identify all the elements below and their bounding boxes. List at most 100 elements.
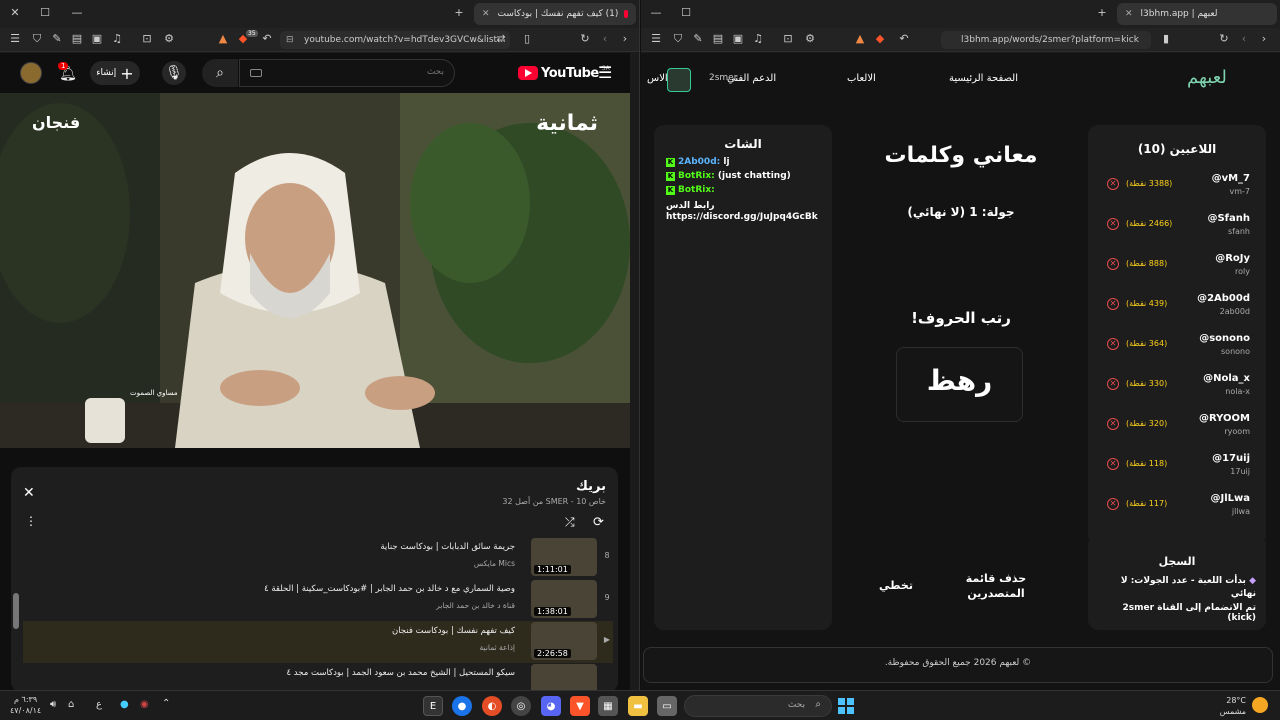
nav-item-partial[interactable]: الاس	[647, 73, 668, 84]
scrollbar-thumb[interactable]	[13, 593, 19, 629]
video-player[interactable]: ثمانية فنجان مساوي الصموت	[0, 93, 630, 448]
language-indicator[interactable]: ع	[96, 699, 102, 710]
playlist-item-channel[interactable]: Mics مايكس	[474, 559, 515, 568]
weather-widget[interactable]: 28°C مشمس	[1212, 695, 1246, 717]
remove-player-icon[interactable]: ✕	[1107, 298, 1119, 310]
close-playlist-icon[interactable]: ✕	[23, 485, 35, 501]
network-icon[interactable]: ⌂	[68, 699, 74, 710]
store-app-icon[interactable]: ▦	[598, 696, 618, 716]
playlist-scrollbar[interactable]	[13, 541, 19, 690]
file-explorer-icon[interactable]: ▬	[628, 696, 648, 716]
mic-icon[interactable]: 🎙︎	[162, 61, 186, 85]
brave-shield-icon[interactable]: ◆	[873, 32, 887, 46]
extensions-icon[interactable]: ⚙	[803, 32, 817, 46]
menu-icon[interactable]: ☰	[649, 32, 663, 46]
nav-home[interactable]: الصفحة الرئيسية	[949, 73, 1018, 84]
youtube-logo[interactable]: YouTube SA	[518, 65, 610, 81]
back-arrow-icon[interactable]: ↶	[260, 32, 274, 46]
maximize-icon[interactable]: ☐	[679, 6, 693, 20]
remove-player-icon[interactable]: ✕	[1107, 178, 1119, 190]
video-thumbnail[interactable]: 1:38:01	[531, 580, 597, 618]
site-logo[interactable]: لعبهم	[1187, 67, 1227, 88]
remove-player-icon[interactable]: ✕	[1107, 258, 1119, 270]
epic-games-app-icon[interactable]: E	[423, 696, 443, 716]
menu-icon[interactable]: ☰	[8, 32, 22, 46]
music-icon[interactable]: ♫	[110, 32, 124, 46]
brave-rewards-icon[interactable]: ▲	[853, 32, 867, 46]
remove-player-icon[interactable]: ✕	[1107, 338, 1119, 350]
wallet-icon[interactable]: ▣	[731, 32, 745, 46]
chat-user[interactable]: BotRix:	[678, 185, 715, 195]
playlist-item[interactable]: 8 1:11:01 جريمة سائق الدبابات | بودكاست جن…	[23, 537, 613, 579]
new-tab-icon[interactable]: +	[1095, 6, 1109, 20]
user-avatar[interactable]	[667, 68, 691, 92]
shield-icon[interactable]: ⛉	[30, 32, 44, 46]
brave-rewards-icon[interactable]: ▲	[216, 32, 230, 46]
minimize-icon[interactable]: —	[649, 6, 663, 20]
shuffle-icon[interactable]: ⤮	[565, 515, 575, 530]
reload-icon[interactable]: ↻	[578, 32, 592, 46]
close-window-icon[interactable]: ✕	[8, 6, 22, 20]
playlist-item-title[interactable]: جريمة سائق الدبابات | بودكاست جناية	[380, 542, 515, 552]
video-thumbnail[interactable]: 1:11:01	[531, 538, 597, 576]
tab-youtube[interactable]: ✕ (1) كيف تفهم نفسك | بودكاست	[474, 3, 636, 25]
new-tab-icon[interactable]: +	[452, 6, 466, 20]
playlist-item-channel[interactable]: إذاعة ثمانية	[480, 643, 515, 652]
playlist-item[interactable]: سيكو المستحيل | الشيخ محمد بن سعود الجمد…	[23, 663, 613, 690]
sidebar-icon[interactable]: ▤	[711, 32, 725, 46]
minimize-icon[interactable]: —	[70, 6, 84, 20]
playlist-item[interactable]: 9 1:38:01 وصية السماري مع د خالد بن حمد ال…	[23, 579, 613, 621]
app-icon[interactable]: ◐	[482, 696, 502, 716]
tab-close-icon[interactable]: ✕	[1125, 9, 1133, 19]
taskbar-search[interactable]: ⌕ بحث	[684, 695, 832, 717]
puzzle-icon[interactable]: ✎	[50, 32, 64, 46]
avatar[interactable]	[20, 62, 42, 84]
remove-player-icon[interactable]: ✕	[1107, 218, 1119, 230]
screenshot-icon[interactable]: ⊡	[140, 32, 154, 46]
windows-start-icon[interactable]	[836, 696, 856, 716]
forward-icon[interactable]: ›	[618, 32, 632, 46]
extensions-icon[interactable]: ⚙	[162, 32, 176, 46]
discord-app-icon[interactable]: ◕	[541, 696, 561, 716]
address-bar[interactable]: ⊟ youtube.com/watch?v=hdTdev3GVCw&list..…	[280, 31, 510, 49]
customize-icon[interactable]: ⇄	[494, 32, 508, 46]
chrome-app-icon[interactable]: ●	[452, 696, 472, 716]
sidebar-icon[interactable]: ▤	[70, 32, 84, 46]
forward-icon[interactable]: ›	[1257, 32, 1271, 46]
search-icon[interactable]: ⌕	[202, 59, 238, 87]
playlist-item-title[interactable]: سيكو المستحيل | الشيخ محمد بن سعود الجمد…	[287, 668, 516, 678]
bookmark-icon[interactable]: ▯	[520, 32, 534, 46]
create-button[interactable]: إنشاء +	[90, 61, 140, 85]
back-icon[interactable]: ‹	[598, 32, 612, 46]
playlist-item-channel[interactable]: قناة د خالد بن حمد الجابر	[436, 601, 515, 610]
nav-support[interactable]: الدعم الفني	[727, 73, 776, 84]
clock[interactable]: ٦:٣٩ م ٤٧/٠٨/١٤	[10, 694, 41, 716]
tray-app-icon[interactable]: ◉	[140, 699, 149, 710]
chat-user[interactable]: BotRix:	[678, 171, 715, 181]
clear-leaderboard-button[interactable]: حذف قائمة المتصدرين	[961, 571, 1031, 601]
video-thumbnail[interactable]	[531, 664, 597, 690]
site-info-icon[interactable]: ⊟	[286, 31, 294, 49]
playlist-item-title[interactable]: كيف تفهم نفسك | بودكاست فنجان	[392, 626, 515, 636]
chat-user[interactable]: 2Ab00d:	[678, 157, 720, 167]
keyboard-icon[interactable]	[250, 69, 262, 77]
mic-tray-icon[interactable]: ●	[120, 699, 129, 710]
back-arrow-icon[interactable]: ↶	[897, 32, 911, 46]
remove-player-icon[interactable]: ✕	[1107, 378, 1119, 390]
brave-app-icon[interactable]: ▼	[570, 696, 590, 716]
discord-link[interactable]: https://discord.gg/JuJpq4GcBk	[666, 212, 818, 222]
bookmark-icon[interactable]: ▮	[1159, 32, 1173, 46]
remove-player-icon[interactable]: ✕	[1107, 418, 1119, 430]
skip-button[interactable]: تخطي	[876, 579, 916, 592]
puzzle-icon[interactable]: ✎	[691, 32, 705, 46]
address-bar[interactable]: l3bhm.app/words/2smer?platform=kick	[941, 31, 1151, 49]
music-icon[interactable]: ♫	[751, 32, 765, 46]
search-input[interactable]: بحث	[239, 59, 455, 87]
playlist-item-title[interactable]: وصية السماري مع د خالد بن حمد الجابر | #…	[264, 584, 515, 594]
shield-icon[interactable]: ⛉	[671, 32, 685, 46]
obs-app-icon[interactable]: ◎	[511, 696, 531, 716]
wallet-icon[interactable]: ▣	[90, 32, 104, 46]
more-options-icon[interactable]: ⋮	[25, 514, 37, 528]
remove-player-icon[interactable]: ✕	[1107, 498, 1119, 510]
chevron-up-icon[interactable]: ⌃	[162, 698, 170, 709]
